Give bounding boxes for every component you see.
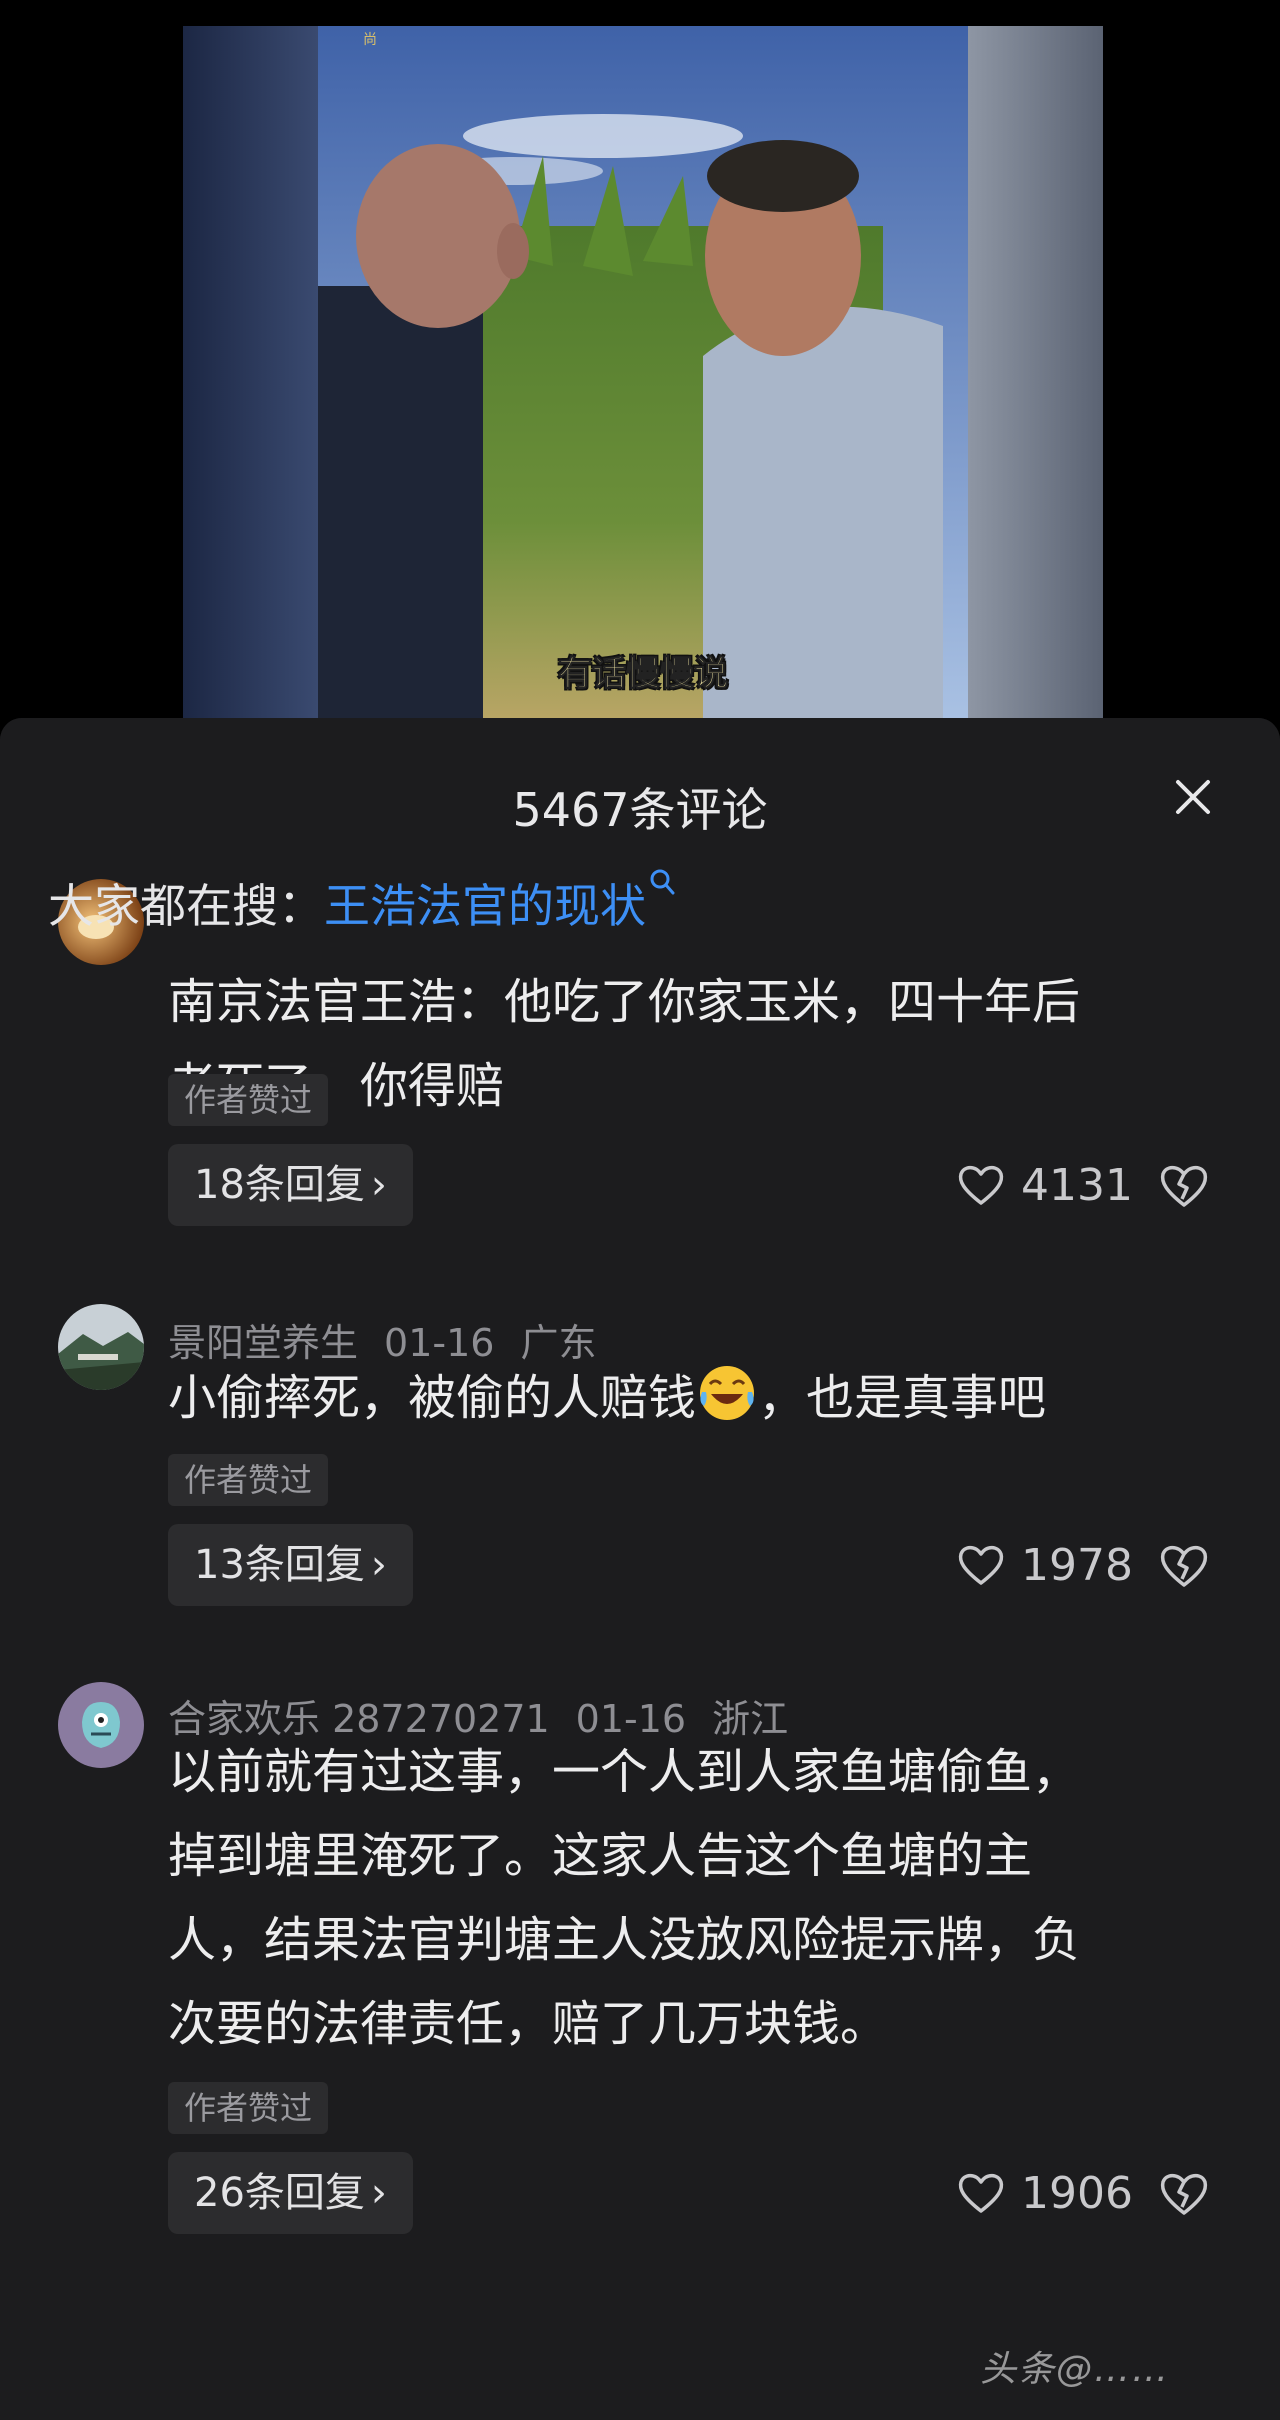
video-player[interactable]: 尚 有话慢慢说	[0, 0, 1280, 718]
search-icon	[650, 869, 675, 895]
author-liked-badge: 作者赞过	[168, 2082, 329, 2134]
like-count: 1978	[1021, 1539, 1133, 1591]
comments-count-title: 5467条评论	[512, 783, 768, 837]
avatar[interactable]	[58, 1304, 144, 1390]
comment-text-line: 次要的法律责任，赔了几万块钱。	[168, 1996, 889, 2052]
video-scene: 尚	[183, 26, 1103, 718]
view-replies-button[interactable]: 18条回复 ›	[168, 1144, 413, 1226]
like-count: 4131	[1021, 1159, 1133, 1211]
comment-text-part: 小偷摔死，被偷的人赔钱	[168, 1370, 697, 1426]
video-subtitle: 有话慢慢说	[558, 654, 729, 695]
view-replies-button[interactable]: 13条回复 ›	[168, 1524, 413, 1606]
broken-heart-icon	[1160, 1545, 1208, 1587]
avatar-image	[58, 1304, 144, 1390]
replies-count: 18条回复	[194, 1162, 365, 1208]
avatar[interactable]	[58, 1682, 144, 1768]
heart-icon	[958, 1545, 1004, 1585]
view-replies-button[interactable]: 26条回复 ›	[168, 2152, 413, 2234]
author-liked-badge: 作者赞过	[168, 1074, 329, 1126]
comment-text-line: 南京法官王浩：他吃了你家玉米，四十年后	[168, 974, 1081, 1030]
like-button[interactable]: 4131	[955, 1144, 1133, 1226]
comment-text: 小偷摔死，被偷的人赔钱 ，也是真事吧	[168, 1356, 1218, 1440]
chevron-right-icon: ›	[370, 2170, 387, 2216]
laughing-crying-emoji	[700, 1366, 755, 1420]
corner-mark: 尚	[363, 32, 377, 48]
broken-heart-icon	[1160, 1165, 1208, 1207]
comment-text-line: 掉到塘里淹死了。这家人告这个鱼塘的主	[168, 1828, 1033, 1884]
chevron-right-icon: ›	[370, 1162, 387, 1208]
dislike-button[interactable]	[1156, 1157, 1212, 1213]
like-button[interactable]: 1906	[955, 2152, 1133, 2234]
trending-search-label: 大家都在搜：	[48, 879, 324, 933]
trending-search[interactable]: 大家都在搜：王浩法官的现状	[48, 869, 680, 933]
watermark: 头条@……	[980, 2349, 1171, 2390]
close-icon	[1176, 780, 1210, 814]
broken-heart-icon	[1160, 2173, 1208, 2215]
chevron-right-icon: ›	[370, 1542, 387, 1588]
trending-search-link[interactable]: 王浩法官的现状	[324, 879, 646, 933]
comment-text-part: ，也是真事吧	[758, 1370, 1047, 1426]
replies-count: 13条回复	[194, 1542, 365, 1588]
heart-icon	[958, 2173, 1004, 2213]
comments-sheet[interactable]: 5467条评论 大家都在搜：王浩法官的现状 南京法官王浩：他吃了你家玉米，四十年…	[0, 718, 1280, 2420]
dislike-button[interactable]	[1156, 1537, 1212, 1593]
comment-text-line: 以前就有过这事，一个人到人家鱼塘偷鱼，	[168, 1744, 1081, 1800]
author-liked-badge: 作者赞过	[168, 1454, 329, 1506]
comment-text-line: 人，结果法官判塘主人没放风险提示牌，负	[168, 1912, 1081, 1968]
close-button[interactable]	[1168, 772, 1218, 822]
comment-text: 以前就有过这事，一个人到人家鱼塘偷鱼， 掉到塘里淹死了。这家人告这个鱼塘的主 人…	[168, 1730, 1218, 2066]
dislike-button[interactable]	[1156, 2165, 1212, 2221]
heart-icon	[958, 1165, 1004, 1205]
like-button[interactable]: 1978	[955, 1524, 1133, 1606]
avatar-image	[58, 1682, 144, 1768]
like-count: 1906	[1021, 2167, 1133, 2219]
comments-header: 5467条评论 大家都在搜：王浩法官的现状	[0, 718, 1280, 933]
video-frame[interactable]: 尚 有话慢慢说	[183, 26, 1103, 718]
replies-count: 26条回复	[194, 2170, 365, 2216]
